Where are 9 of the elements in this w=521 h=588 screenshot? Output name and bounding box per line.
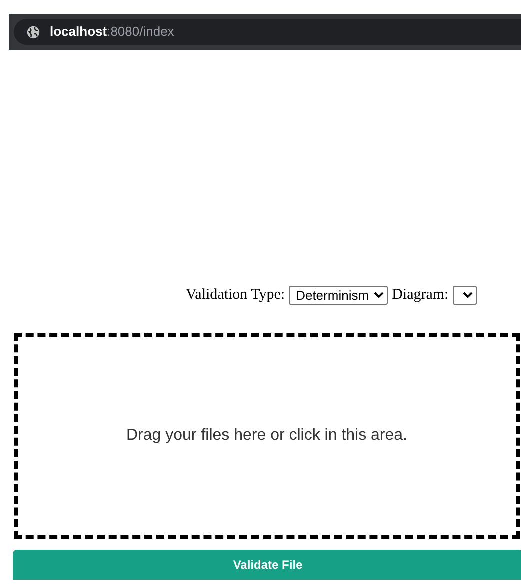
url-text: localhost:8080/index xyxy=(50,23,174,42)
diagram-label: Diagram: xyxy=(392,286,449,305)
drop-zone-text: Drag your files here or click in this area. xyxy=(126,426,408,446)
globe-icon xyxy=(27,26,40,38)
file-drop-zone[interactable]: Drag your files here or click in this area. xyxy=(14,333,520,539)
validation-type-select[interactable]: Determinism xyxy=(289,286,388,304)
address-bar[interactable]: localhost:8080/index xyxy=(14,19,521,45)
diagram-select[interactable] xyxy=(452,286,477,304)
validation-type-label: Validation Type: xyxy=(186,286,286,305)
